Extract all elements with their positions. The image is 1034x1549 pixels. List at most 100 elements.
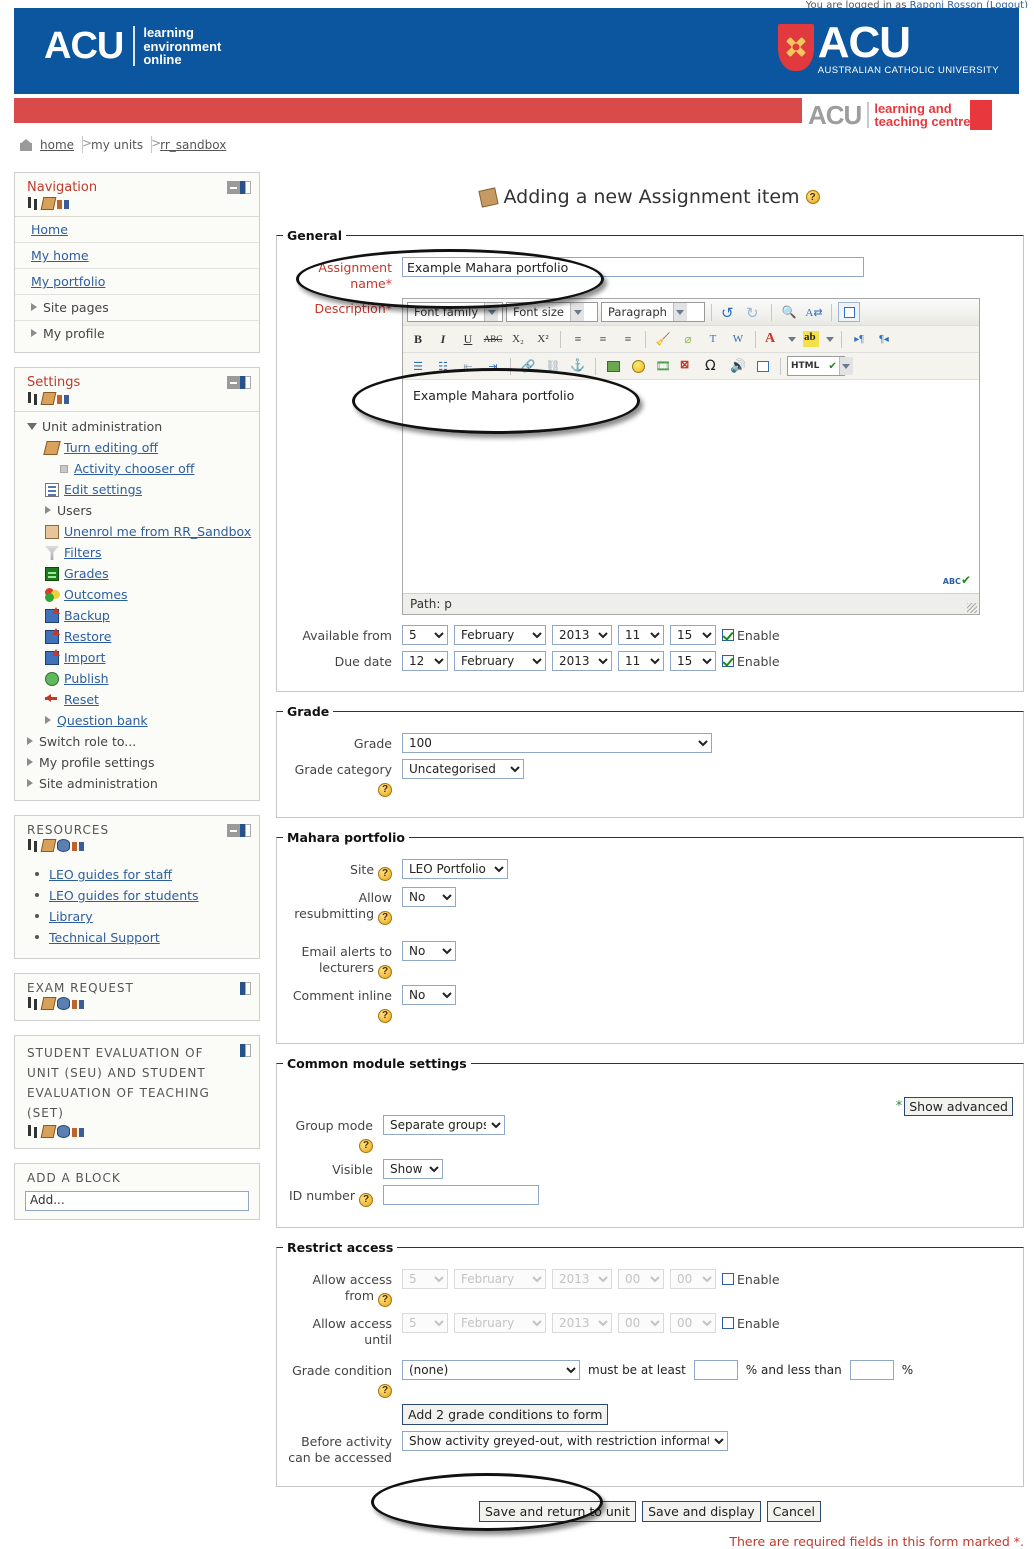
save-and-display-button[interactable]: Save and display [642,1501,761,1522]
mahara-email-alerts-select[interactable]: No [402,941,456,961]
allow-until-minute-select[interactable]: 00 [670,1313,716,1333]
settings-link-grades[interactable]: Grades [64,566,109,581]
nav-link-my-portfolio[interactable]: My portfolio [31,274,105,289]
move-icon[interactable] [27,392,40,405]
ltr-direction-icon[interactable]: ▸¶ [848,329,870,349]
due-date-year-select[interactable]: 2013 [552,651,612,671]
settings-link-turn-editing-off[interactable]: Turn editing off [64,440,158,455]
allow-until-month-select[interactable]: February [454,1313,546,1333]
allow-until-day-select[interactable]: 5 [402,1313,448,1333]
help-icon[interactable]: ? [378,783,392,797]
nav-item-home[interactable]: Home [15,217,259,243]
paste-word-icon[interactable]: W [727,329,749,349]
help-icon[interactable]: ? [378,965,392,979]
available-from-enable-checkbox-wrap[interactable]: Enable [722,628,780,643]
find-replace-icon[interactable]: A⇄ [803,302,825,322]
block-controls[interactable] [240,1044,251,1057]
mahara-allow-resubmitting-select[interactable]: No [402,887,456,907]
subscript-icon[interactable]: X₂ [507,329,529,349]
minimise-icon[interactable] [227,376,240,389]
add-grade-conditions-button[interactable]: Add 2 grade conditions to form [402,1404,608,1425]
user-profile-link[interactable]: Raponi Rosson [910,0,983,8]
help-icon[interactable]: ? [359,1139,373,1153]
dock-panel-icon[interactable] [245,982,251,995]
breadcrumb-item-rr-sandbox[interactable]: rr_sandbox [160,138,226,152]
collapse-triangle-icon[interactable] [27,423,37,430]
font-family-select[interactable]: Font family [407,302,503,322]
allow-from-enable-checkbox-wrap[interactable]: Enable [722,1272,780,1287]
settings-item-users[interactable]: Users [15,500,259,521]
undo-icon[interactable]: ↺ [718,302,740,322]
roles-icon[interactable] [72,1125,85,1138]
settings-item-publish[interactable]: Publish [15,668,259,689]
settings-item-question-bank[interactable]: Question bank [15,710,259,731]
allow-until-enable-checkbox[interactable] [722,1317,734,1329]
settings-root-switch-role[interactable]: Switch role to... [15,731,259,752]
help-icon[interactable]: ? [378,911,392,925]
rtl-direction-icon[interactable]: ¶◂ [873,329,895,349]
available-from-year-select[interactable]: 2013 [552,625,612,645]
chevron-down-icon[interactable] [484,303,498,321]
expand-triangle-icon[interactable] [45,506,51,514]
eye-icon[interactable] [57,1125,70,1138]
due-date-hour-select[interactable]: 11 [618,651,664,671]
find-icon[interactable]: 🔍 [778,302,800,322]
insert-table-icon[interactable] [752,356,774,376]
minimise-icon[interactable] [227,181,240,194]
allow-until-year-select[interactable]: 2013 [552,1313,612,1333]
dock-panel-icon[interactable] [245,376,251,389]
settings-root-my-profile-settings[interactable]: My profile settings [15,752,259,773]
grade-condition-select[interactable]: (none) [402,1360,580,1380]
bold-icon[interactable]: B [407,329,429,349]
move-icon[interactable] [27,997,40,1010]
allow-until-enable-checkbox-wrap[interactable]: Enable [722,1316,780,1331]
edit-icon[interactable] [41,1125,57,1138]
align-right-icon[interactable]: ≡ [617,329,639,349]
clean-up-icon[interactable]: 🧹 [652,329,674,349]
block-controls[interactable] [227,376,251,389]
allow-from-enable-checkbox[interactable] [722,1273,734,1285]
before-activity-select[interactable]: Show activity greyed-out, with restricti… [402,1431,728,1451]
help-icon[interactable]: ? [378,1293,392,1307]
settings-item-activity-chooser-off[interactable]: Activity chooser off [15,458,259,479]
eye-icon[interactable] [57,997,70,1010]
allow-until-hour-select[interactable]: 00 [618,1313,664,1333]
remove-anchor-icon[interactable]: ⚓ [567,356,589,376]
help-icon[interactable]: ? [806,190,820,204]
roles-icon[interactable] [72,839,85,852]
grade-condition-min-input[interactable] [694,1360,738,1380]
settings-link-backup[interactable]: Backup [64,608,110,623]
nav-item-my-home[interactable]: My home [15,243,259,269]
grade-category-select[interactable]: Uncategorised [402,759,524,779]
nav-item-site-pages[interactable]: Site pages [15,295,259,321]
settings-item-reset[interactable]: Reset [15,689,259,710]
block-controls[interactable] [227,181,251,194]
settings-item-turn-editing-off[interactable]: Turn editing off [15,437,259,458]
available-from-enable-checkbox[interactable] [722,629,734,641]
list-item[interactable]: LEO guides for staff [15,864,259,885]
chevron-down-icon[interactable] [673,303,687,321]
settings-item-unenrol[interactable]: Unenrol me from RR_Sandbox [15,521,259,542]
allow-from-day-select[interactable]: 5 [402,1269,448,1289]
available-from-day-select[interactable]: 5 [402,625,448,645]
help-icon[interactable]: ? [359,1193,373,1207]
block-controls[interactable] [240,982,251,995]
add-block-select[interactable]: Add... [25,1191,249,1211]
mahara-site-select[interactable]: LEO Portfolio [402,859,508,879]
outdent-icon[interactable]: ⇤ [457,356,479,376]
due-date-month-select[interactable]: February [454,651,546,671]
assignment-name-input[interactable] [402,257,864,277]
id-number-input[interactable] [383,1185,539,1205]
available-from-hour-select[interactable]: 11 [618,625,664,645]
edit-icon[interactable] [41,997,57,1010]
expand-triangle-icon[interactable] [45,716,51,724]
insert-media-icon[interactable]: 🎞 [652,356,674,376]
font-size-select[interactable]: Font size [506,302,598,322]
settings-item-edit-settings[interactable]: Edit settings [15,479,259,500]
resources-link-student-guides[interactable]: LEO guides for students [49,888,199,903]
block-controls[interactable] [227,824,251,837]
leo-logo[interactable]: ACU learning environment online [44,26,221,67]
insert-sound-icon[interactable]: 🔊 [727,356,749,376]
settings-link-unenrol[interactable]: Unenrol me from RR_Sandbox [64,524,251,539]
visible-select[interactable]: Show [383,1159,443,1179]
